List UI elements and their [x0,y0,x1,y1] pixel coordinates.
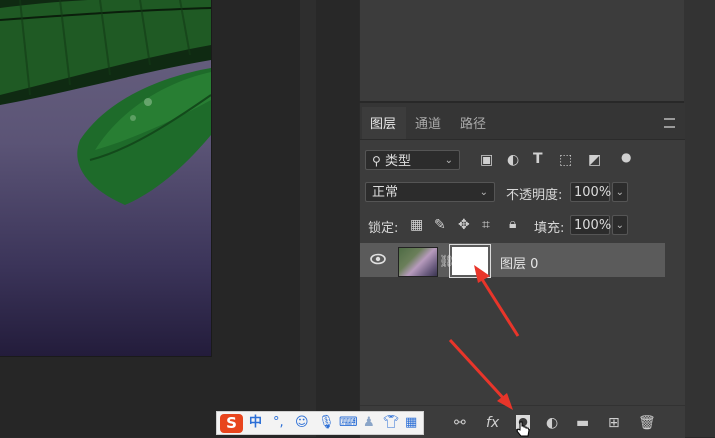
layer-mask-thumbnail[interactable] [449,244,491,278]
ime-toolbar: S 中 °, ☺ 🎙︎ ⌨ ♟ 👕︎ ▦ [216,411,424,435]
lock-artboard-icon[interactable]: ⌗ [482,218,490,232]
opacity-label: 不透明度: [506,188,563,203]
shirt-icon[interactable]: 👕︎ [383,415,400,431]
tab-layers[interactable]: 图层 [370,113,396,132]
blend-mode-select[interactable]: 正常 ⌄ [365,182,495,202]
lock-move-icon[interactable]: ✥ [458,218,470,232]
emoji-icon[interactable]: ☺ [295,415,309,431]
canvas-workspace [0,0,300,437]
blend-mode-value: 正常 [372,185,399,200]
panel-tabs: 图层 通道 路径 [360,103,685,140]
document-canvas[interactable] [0,0,212,357]
chevron-down-icon: ⌄ [615,187,624,198]
layers-panel: 图层 通道 路径 ⚲ 类型 ⌄ ▣ ◐ T ⬚ ◩ ● 正常 ⌄ 不透明度: 1… [359,103,685,438]
search-icon: ⚲ [372,154,381,168]
fill-label: 填充: [534,221,565,236]
tab-channels[interactable]: 通道 [415,113,441,132]
filter-type-select[interactable]: ⚲ 类型 ⌄ [365,150,460,170]
fill-input[interactable]: 100% [570,215,612,235]
folder-icon[interactable]: ▬ [576,415,589,431]
adjustment-filter-icon[interactable]: ◐ [507,153,519,167]
lock-label: 锁定: [368,221,399,236]
ime-punct[interactable]: °, [273,415,284,431]
opacity-value: 100% [574,185,612,200]
visibility-eye-icon[interactable] [370,253,386,265]
ime-mode[interactable]: 中 [249,415,262,431]
lock-all-icon[interactable]: 🔒︎ [509,217,516,231]
type-filter-icon[interactable]: T [533,152,543,166]
user-icon[interactable]: ♟ [363,415,375,431]
ime-logo[interactable]: S [220,414,243,433]
hand-cursor-icon [516,421,530,437]
leaf-image [0,0,211,205]
chevron-down-icon: ⌄ [479,187,488,198]
chevron-down-icon: ⌄ [615,220,624,231]
chevron-down-icon: ⌄ [444,155,453,166]
fx-icon[interactable]: fx [486,415,499,431]
new-layer-icon[interactable]: ⊞ [608,415,620,431]
scroll-gutter [300,0,316,437]
pixel-filter-icon[interactable]: ▣ [480,153,493,167]
adjustment-icon[interactable]: ◐ [546,415,558,431]
filter-toggle-icon[interactable]: ● [621,150,631,164]
panel-menu-icon[interactable] [664,118,675,128]
panel-dock-edge [684,0,715,437]
layer-name[interactable]: 图层 0 [500,253,538,272]
shape-filter-icon[interactable]: ⬚ [559,153,572,167]
grid-icon[interactable]: ▦ [405,415,417,431]
tab-paths[interactable]: 路径 [460,113,486,132]
fill-value: 100% [574,218,612,233]
filter-type-value: 类型 [384,154,411,169]
smart-object-filter-icon[interactable]: ◩ [588,153,601,167]
layer-thumbnail[interactable] [398,247,438,277]
lock-brush-icon[interactable]: ✎ [434,218,446,232]
lock-transparent-icon[interactable]: ▦ [410,218,423,232]
trash-icon[interactable]: 🗑︎ [638,415,656,431]
properties-panel [359,0,685,101]
link-icon[interactable]: ⚯ [454,415,466,431]
opacity-dropdown[interactable]: ⌄ [612,182,628,202]
opacity-input[interactable]: 100% [570,182,612,202]
fill-dropdown[interactable]: ⌄ [612,215,628,235]
mic-icon[interactable]: 🎙︎ [318,415,335,431]
keyboard-icon[interactable]: ⌨ [339,415,358,431]
